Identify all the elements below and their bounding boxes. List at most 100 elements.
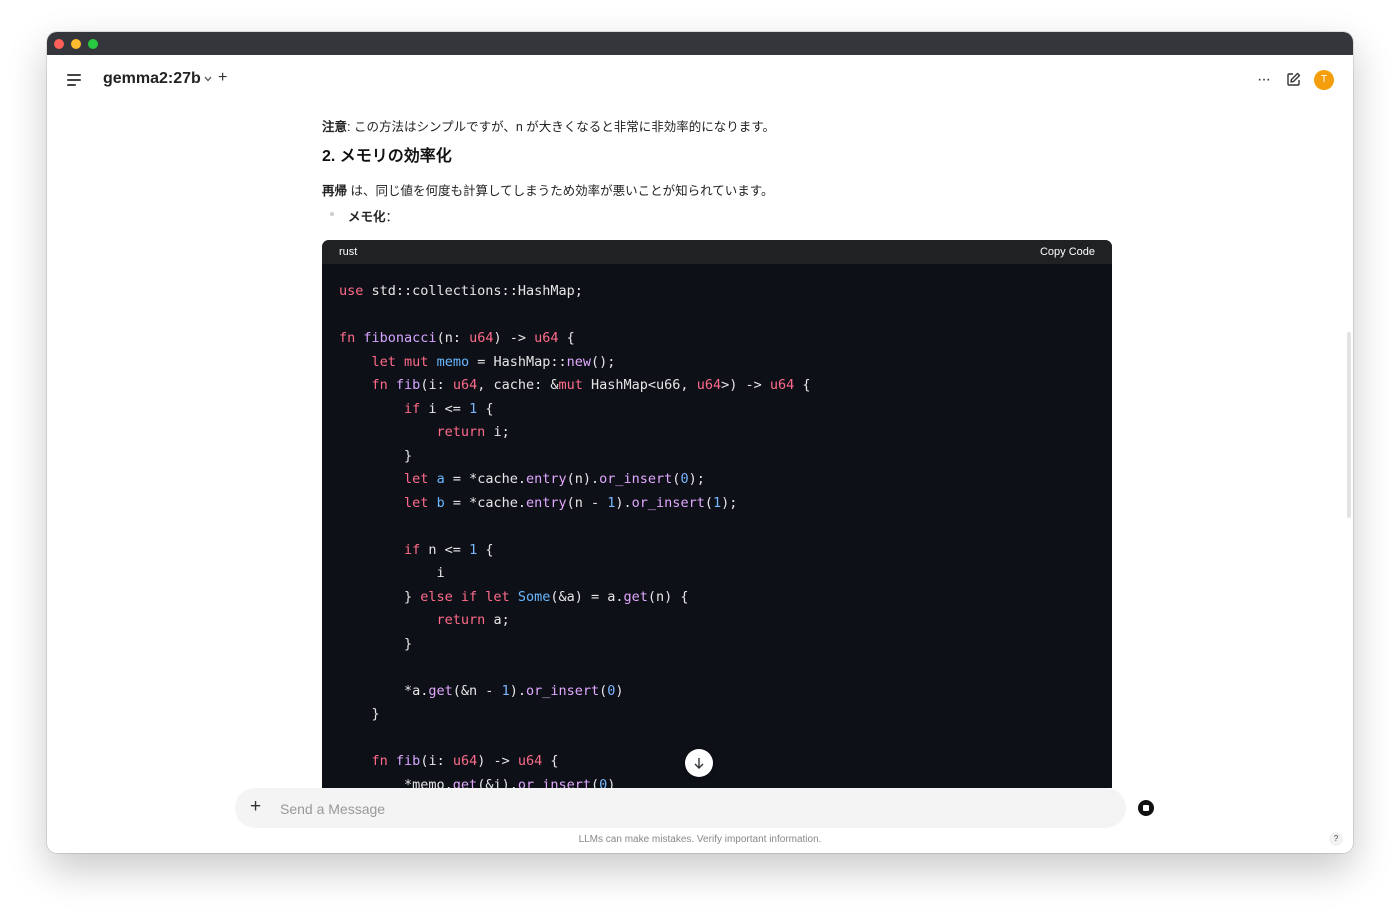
code-token: 1 — [501, 682, 510, 699]
code-content: use std::collections::HashMap; fn fibona… — [339, 280, 811, 788]
code-line: use std::collections::HashMap; — [339, 280, 811, 304]
code-line: let b = *cache.entry(n - 1).or_insert(1)… — [339, 492, 811, 516]
code-token: 1 — [469, 400, 478, 417]
stop-generation-button[interactable] — [1138, 800, 1154, 816]
bullet-label: メモ化 — [348, 210, 386, 224]
code-token: return — [436, 424, 486, 440]
recursion-text: は、同じ値を何度も計算してしまうため効率が悪いことが知られています。 — [347, 184, 774, 198]
sidebar-menu-icon[interactable] — [67, 74, 83, 86]
code-token: let — [404, 494, 429, 511]
code-token: use — [339, 283, 364, 299]
code-token: = *cache. — [444, 471, 526, 487]
minimize-window-button[interactable] — [71, 39, 81, 49]
code-token: ); — [721, 494, 738, 511]
maximize-window-button[interactable] — [88, 39, 98, 49]
note-paragraph: 注意: この方法はシンプルですが、n が大きくなると非常に非効率的になります。 — [322, 116, 775, 135]
user-avatar[interactable]: T — [1314, 70, 1334, 90]
code-token: get — [623, 588, 648, 605]
code-token: *memo. — [339, 776, 453, 789]
code-token: u64 — [534, 330, 559, 346]
code-token: { — [477, 400, 494, 417]
code-token: if — [404, 541, 421, 558]
code-line: } — [339, 633, 811, 657]
code-token: u64 — [696, 377, 722, 393]
code-token: *a. — [339, 682, 429, 699]
code-token: u64 — [517, 753, 543, 769]
code-token: { — [542, 753, 559, 769]
code-token: (i: — [420, 753, 453, 769]
code-token: fn — [339, 330, 356, 346]
code-token: (&i). — [477, 776, 518, 789]
code-line: let a = *cache.entry(n).or_insert(0); — [339, 468, 811, 492]
code-token: (n) { — [647, 588, 689, 605]
code-token: Some — [517, 588, 551, 605]
code-token: } — [339, 706, 380, 722]
code-token: a; — [485, 612, 510, 628]
code-token: 1 — [469, 541, 478, 558]
code-block-header: rust Copy Code — [322, 240, 1112, 264]
code-token: ) -> — [493, 330, 535, 346]
code-token: u64 — [452, 753, 478, 769]
message-input[interactable] — [278, 798, 1082, 820]
code-token: return — [436, 612, 486, 628]
code-token: ). — [509, 682, 526, 699]
add-model-icon[interactable]: + — [218, 69, 227, 87]
code-token: { — [477, 541, 494, 558]
code-token: or_insert — [599, 471, 673, 487]
code-token: (&n - — [452, 682, 502, 699]
code-token: fib — [395, 753, 421, 769]
note-text: : この方法はシンプルですが、n が大きくなると非常に非効率的になります。 — [347, 120, 776, 134]
chevron-down-icon[interactable] — [203, 74, 213, 84]
code-token: or_insert — [525, 682, 600, 699]
title-bar — [47, 32, 1353, 55]
code-line: return a; — [339, 609, 811, 633]
help-button[interactable]: ? — [1329, 832, 1343, 846]
code-token: std::collections::HashMap; — [363, 283, 583, 299]
code-token: fibonacci — [363, 330, 437, 346]
code-token: i <= — [420, 400, 470, 417]
attach-plus-icon[interactable]: + — [250, 796, 261, 818]
code-token: , cache: & — [477, 377, 559, 393]
message-input-bar: + — [235, 788, 1126, 828]
bullet-item: メモ化： — [348, 206, 398, 225]
code-line: } else if let Some(&a) = a.get(n) { — [339, 586, 811, 610]
copy-code-button[interactable]: Copy Code — [1040, 246, 1095, 258]
code-token: } — [339, 635, 413, 652]
code-line: i — [339, 562, 811, 586]
code-token: or_insert — [517, 776, 591, 789]
code-line: let mut memo = HashMap::new(); — [339, 351, 811, 375]
code-token: (); — [591, 353, 616, 370]
stop-icon — [1143, 805, 1149, 811]
model-selector[interactable]: gemma2:27b — [103, 70, 201, 88]
code-token: ) -> — [477, 753, 518, 769]
code-line: *a.get(&n - 1).or_insert(0) — [339, 680, 811, 704]
code-token: = *cache. — [444, 494, 526, 511]
close-window-button[interactable] — [54, 39, 64, 49]
code-token: u64 — [452, 377, 478, 393]
scroll-to-bottom-button[interactable] — [685, 749, 713, 777]
code-line: } — [339, 703, 811, 727]
code-token: } — [339, 588, 421, 605]
code-language-label: rust — [339, 246, 358, 258]
disclaimer-text: LLMs can make mistakes. Verify important… — [578, 834, 822, 845]
code-token: i — [339, 565, 445, 581]
code-line: fn fibonacci(n: u64) -> u64 { — [339, 327, 811, 351]
code-token: n <= — [420, 541, 470, 558]
new-chat-edit-icon[interactable] — [1286, 72, 1301, 87]
more-options-icon[interactable]: ··· — [1257, 71, 1271, 89]
code-token: ) — [615, 682, 624, 699]
scrollbar[interactable] — [1347, 332, 1351, 518]
code-token: get — [452, 776, 478, 789]
code-line: fn fib(i: u64, cache: &mut HashMap<u66, … — [339, 374, 811, 398]
code-token: ( — [704, 494, 713, 511]
